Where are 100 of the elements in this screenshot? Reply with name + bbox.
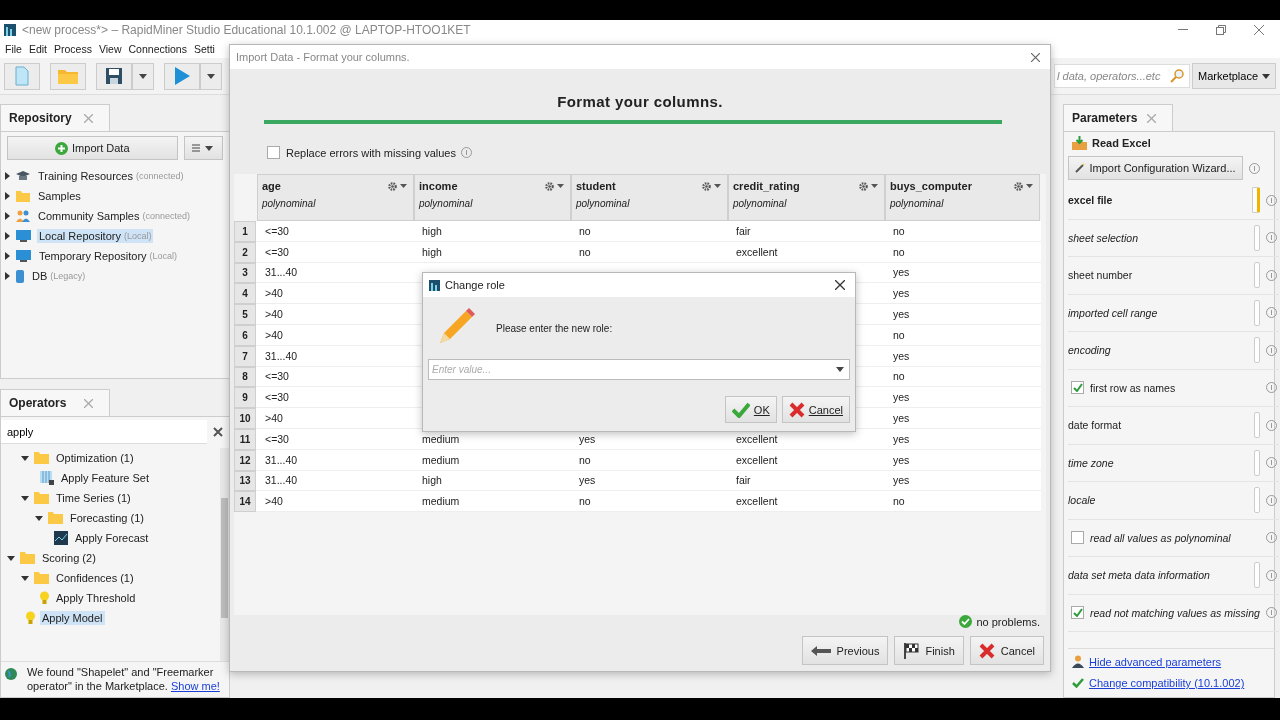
dialog-heading: Format your columns. [556,93,724,110]
table-cell: no [884,491,1041,513]
item-note: (connected) [135,171,184,181]
operators-tab[interactable]: Operators [0,389,110,416]
repository-item[interactable]: Local Repository (Local) [37,229,154,243]
menu-item[interactable]: File [5,43,22,55]
menu-item[interactable]: Process [54,43,92,55]
finish-button[interactable]: Finish [894,636,964,665]
table-cell: yes [884,428,1041,450]
item-label: Community Samples [38,210,140,222]
operator-tree-item[interactable]: Apply Threshold [54,591,138,605]
table-cell: yes [884,345,1041,367]
menu-item[interactable]: Connections [128,43,187,55]
parameter-label: locale [1068,494,1097,507]
column-type: polynominal [419,198,474,209]
repository-item[interactable]: DB (Legacy) [30,269,88,283]
operator-tree-item[interactable]: Apply Feature Set [59,471,152,485]
item-note: (Legacy) [50,271,86,281]
row-number: 14 [234,491,256,513]
window-title: <new process*> – RapidMiner Studio Educational 10.1.002 @ LAPTOP-HTOO1KET [22,23,471,37]
operator-name: Read Excel [1092,137,1151,149]
repository-tab[interactable]: Repository [0,104,110,131]
operator-tree-item[interactable]: Forecasting (1) [68,511,146,525]
table-cell: fair [727,470,884,492]
ok-button[interactable]: OK [724,396,777,423]
operator-tree-item[interactable]: Confidences (1) [54,571,136,585]
table-cell: yes [884,304,1041,325]
import-wizard-button[interactable]: Import Configuration Wizard... [1068,156,1243,180]
column-type: polynominal [576,198,631,209]
table-cell: <=30 [256,366,413,388]
table-cell: >40 [256,408,413,429]
item-note: (Local) [123,231,152,241]
repository-item[interactable]: Temporary Repository (Local) [37,249,180,263]
parameter-label: imported cell range [1068,306,1159,319]
menu-item[interactable]: Edit [28,43,47,55]
parameter-label: date format [1068,419,1123,432]
row-number: 8 [234,366,256,388]
row-number: 10 [234,408,256,429]
import-data-button[interactable]: Import Data [7,136,178,160]
cancel-button[interactable]: Cancel [781,396,850,423]
row-number: 7 [234,345,256,367]
table-cell: 31...40 [256,262,413,284]
operator-tree-item[interactable]: Optimization (1) [54,451,136,465]
parameter-label: encoding [1068,344,1112,357]
operator-tree-item[interactable]: Scoring (2) [40,551,98,565]
table-cell: no [884,366,1041,388]
column-header[interactable]: income polynominal [414,174,571,221]
operator-tree-item[interactable]: Time Series (1) [54,491,133,505]
marketplace-notice: We found "Shapelet" and "Freemarker operator" in the Marketplace. Show me! [27,665,221,693]
show-me-link[interactable]: Show me! [170,680,220,692]
item-note: (connected) [142,211,190,221]
table-cell: yes [884,262,1041,284]
row-number: 13 [234,470,256,492]
table-cell: <=30 [256,241,413,263]
column-type: polynominal [890,198,945,209]
table-cell: no [570,491,727,513]
menu-item[interactable]: View [98,43,122,55]
table-cell: 31...40 [256,449,413,471]
table-cell: high [413,470,570,492]
table-cell: medium [413,491,570,513]
global-search-field[interactable]: l data, operators...etc [1054,64,1191,88]
dialog-title: Import Data - Format your columns. [236,51,410,63]
dialog-prompt: Please enter the new role: [496,323,613,334]
column-header[interactable]: age polynominal [257,174,414,221]
table-cell: <=30 [256,387,413,409]
column-header[interactable]: student polynominal [571,174,728,221]
table-cell: fair [727,221,884,242]
role-combo-field[interactable]: Enter value... [428,359,850,380]
marketplace-button[interactable]: Marketplace [1192,63,1276,89]
operator-tree-item[interactable]: Apply Forecast [73,531,151,545]
table-cell: no [570,241,727,263]
column-name: income [419,180,459,192]
repository-item[interactable]: Samples [36,189,83,203]
table-cell: <=30 [256,428,413,450]
item-label: DB [32,270,48,282]
previous-button[interactable]: Previous [801,636,889,665]
operator-search-field[interactable]: apply [1,420,207,444]
table-cell: excellent [727,491,884,513]
hide-advanced-link[interactable]: Hide advanced parameters [1089,655,1222,668]
table-cell: no [884,221,1041,242]
compatibility-link[interactable]: Change compatibility (10.1.002) [1089,677,1245,689]
table-cell: medium [413,449,570,471]
row-number: 6 [234,325,256,346]
menu-item[interactable]: Setti [193,43,215,55]
table-cell: yes [570,470,727,492]
item-label: Training Resources [38,170,133,182]
table-cell: yes [884,449,1041,471]
parameters-tab[interactable]: Parameters [1063,104,1173,131]
table-cell: no [884,325,1041,346]
row-number: 12 [234,449,256,471]
table-cell: >40 [256,283,413,305]
item-label: Local Repository [39,230,121,242]
column-header[interactable]: credit_rating polynominal [728,174,885,221]
table-cell: high [413,221,570,242]
repository-item[interactable]: Training Resources (connected) [36,169,186,183]
column-header[interactable]: buys_computer polynominal [885,174,1040,221]
operator-tree-item[interactable]: Apply Model [40,611,105,625]
repository-item[interactable]: Community Samples (connected) [36,209,192,223]
parameter-label: read all values as polynominal [1090,531,1232,544]
cancel-button[interactable]: Cancel [969,636,1044,665]
